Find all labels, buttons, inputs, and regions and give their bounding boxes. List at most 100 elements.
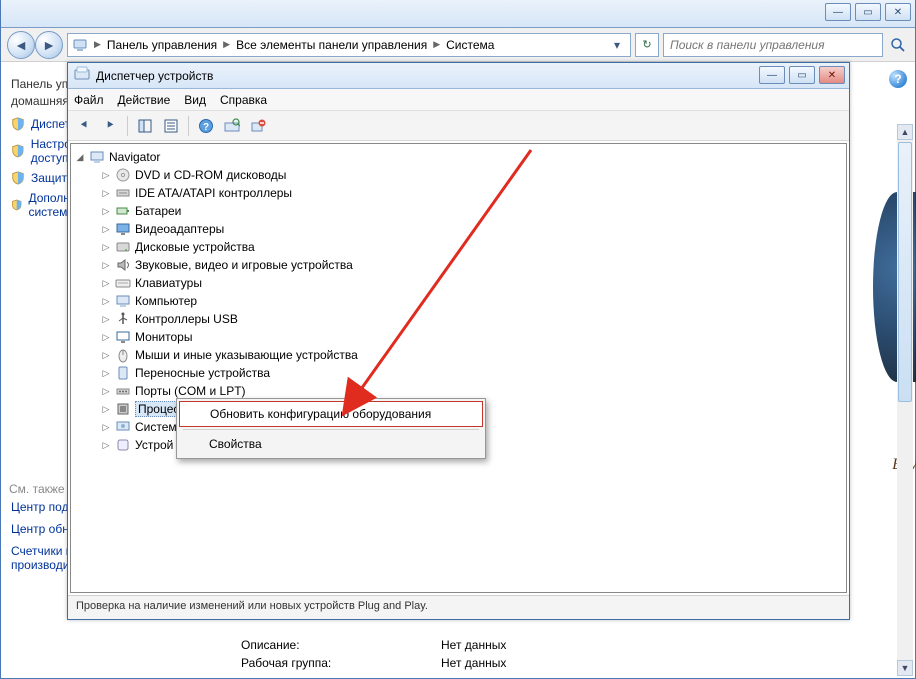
tree-item-label: Устрой [135, 438, 173, 452]
tree-item[interactable]: ▷ Контроллеры USB [99, 310, 844, 328]
outer-minimize-button[interactable]: — [825, 3, 851, 21]
expand-icon[interactable]: ▷ [101, 332, 111, 343]
toolbar-showhide-button[interactable] [133, 114, 157, 138]
scroll-down-button[interactable]: ▼ [897, 660, 913, 676]
address-bar-row: ◄ ► ▶ Панель управления ▶ Все элементы п… [1, 28, 915, 62]
tree-item-label: Систем [135, 420, 177, 434]
help-icon[interactable]: ? [889, 70, 907, 88]
port-icon [115, 383, 131, 399]
dm-close-button[interactable]: ✕ [819, 66, 845, 84]
tree-item[interactable]: ▷ DVD и CD-ROM дисководы [99, 166, 844, 184]
expand-icon[interactable]: ▷ [101, 170, 111, 181]
toolbar-scan-button[interactable] [220, 114, 244, 138]
toolbar-uninstall-button[interactable] [246, 114, 270, 138]
shield-icon [11, 171, 25, 185]
tree-item-label: Порты (COM и LPT) [135, 384, 246, 398]
battery-icon [115, 203, 131, 219]
dm-menu-bar: Файл Действие Вид Справка [68, 89, 849, 111]
menu-file[interactable]: Файл [74, 93, 104, 107]
expand-icon[interactable]: ▷ [101, 422, 111, 433]
menu-help[interactable]: Справка [220, 93, 267, 107]
ide-icon [115, 185, 131, 201]
menu-action[interactable]: Действие [118, 93, 171, 107]
expand-icon[interactable]: ▷ [101, 314, 111, 325]
tree-item[interactable]: ▷Клавиатуры [99, 274, 844, 292]
tree-item[interactable]: ▷Мониторы [99, 328, 844, 346]
expand-icon[interactable]: ▷ [101, 242, 111, 253]
breadcrumb-bar[interactable]: ▶ Панель управления ▶ Все элементы панел… [67, 33, 631, 57]
breadcrumb-dropdown-button[interactable]: ▾ [608, 38, 626, 52]
context-menu: Обновить конфигурацию оборудования Свойс… [176, 398, 486, 459]
tree-item-label: Контроллеры USB [135, 312, 238, 326]
tree-item[interactable]: ▷Переносные устройства [99, 364, 844, 382]
tree-item[interactable]: ▷Батареи [99, 202, 844, 220]
computer-icon [72, 37, 88, 53]
system-icon [115, 419, 131, 435]
device-manager-window: Диспетчер устройств — ▭ ✕ Файл Действие … [67, 62, 850, 620]
menu-view[interactable]: Вид [184, 93, 206, 107]
keyboard-icon [115, 275, 131, 291]
tree-root[interactable]: ◢ Navigator [73, 148, 844, 166]
expand-icon[interactable]: ▷ [101, 278, 111, 289]
prop-value: Нет данных [441, 638, 506, 652]
status-text: Проверка на наличие изменений или новых … [76, 600, 428, 612]
expand-icon[interactable]: ▷ [101, 224, 111, 235]
cpu-icon [115, 401, 131, 417]
refresh-button[interactable]: ↻ [635, 33, 659, 57]
search-box[interactable] [663, 33, 883, 57]
nav-back-button[interactable]: ◄ [7, 31, 35, 59]
dm-minimize-button[interactable]: — [759, 66, 785, 84]
search-icon[interactable] [887, 34, 909, 56]
dm-maximize-button[interactable]: ▭ [789, 66, 815, 84]
expand-icon[interactable]: ▷ [101, 440, 111, 451]
dm-titlebar[interactable]: Диспетчер устройств — ▭ ✕ [68, 63, 849, 89]
dm-app-icon [74, 66, 90, 85]
nav-forward-button[interactable]: ► [35, 31, 63, 59]
ctx-separator [183, 429, 479, 430]
scroll-up-button[interactable]: ▲ [897, 124, 913, 140]
outer-scrollbar[interactable]: ▲ ▼ [897, 124, 913, 676]
chevron-right-icon: ▶ [433, 39, 440, 50]
toolbar-properties-button[interactable] [159, 114, 183, 138]
toolbar-help-button[interactable]: ? [194, 114, 218, 138]
search-input[interactable] [668, 37, 878, 53]
breadcrumb-item[interactable]: Все элементы панели управления [236, 38, 427, 52]
ctx-item-properties[interactable]: Свойства [179, 432, 483, 456]
expand-icon[interactable]: ▷ [101, 350, 111, 361]
mouse-icon [115, 347, 131, 363]
tree-item[interactable]: ▷Мыши и иные указывающие устройства [99, 346, 844, 364]
ctx-item-scan-hardware[interactable]: Обновить конфигурацию оборудования [179, 401, 483, 427]
portable-icon [115, 365, 131, 381]
tree-item[interactable]: ▷Компьютер [99, 292, 844, 310]
tree-item[interactable]: ▷ Звуковые, видео и игровые устройства [99, 256, 844, 274]
sound-icon [115, 257, 131, 273]
expand-icon[interactable]: ▷ [101, 206, 111, 217]
expand-icon[interactable]: ▷ [101, 296, 111, 307]
usb-icon [115, 311, 131, 327]
expand-icon[interactable]: ▷ [101, 260, 111, 271]
toolbar-forward-button[interactable]: ⯈ [98, 114, 122, 138]
shield-icon [11, 144, 25, 158]
tree-item-label: DVD и CD-ROM дисководы [135, 168, 286, 182]
tree-root-label: Navigator [109, 150, 160, 164]
chevron-right-icon: ▶ [223, 39, 230, 50]
expand-icon[interactable]: ▷ [101, 386, 111, 397]
tree-item[interactable]: ▷IDE ATA/ATAPI контроллеры [99, 184, 844, 202]
scroll-thumb[interactable] [898, 142, 912, 402]
breadcrumb-item[interactable]: Система [446, 38, 494, 52]
tree-item-label: Звуковые, видео и игровые устройства [135, 258, 353, 272]
expand-icon[interactable]: ▷ [101, 404, 111, 415]
breadcrumb-item[interactable]: Панель управления [107, 38, 217, 52]
outer-maximize-button[interactable]: ▭ [855, 3, 881, 21]
computer-icon [115, 293, 131, 309]
dm-tree-panel[interactable]: ◢ Navigator ▷ DVD и CD-ROM дисководы ▷IDE … [70, 143, 847, 593]
tree-item[interactable]: ▷Видеоадаптеры [99, 220, 844, 238]
collapse-icon[interactable]: ◢ [75, 152, 85, 163]
expand-icon[interactable]: ▷ [101, 368, 111, 379]
tree-item[interactable]: ▷Дисковые устройства [99, 238, 844, 256]
toolbar-back-button[interactable]: ⯇ [72, 114, 96, 138]
display-icon [115, 221, 131, 237]
expand-icon[interactable]: ▷ [101, 188, 111, 199]
outer-close-button[interactable]: ✕ [885, 3, 911, 21]
hid-icon [115, 437, 131, 453]
